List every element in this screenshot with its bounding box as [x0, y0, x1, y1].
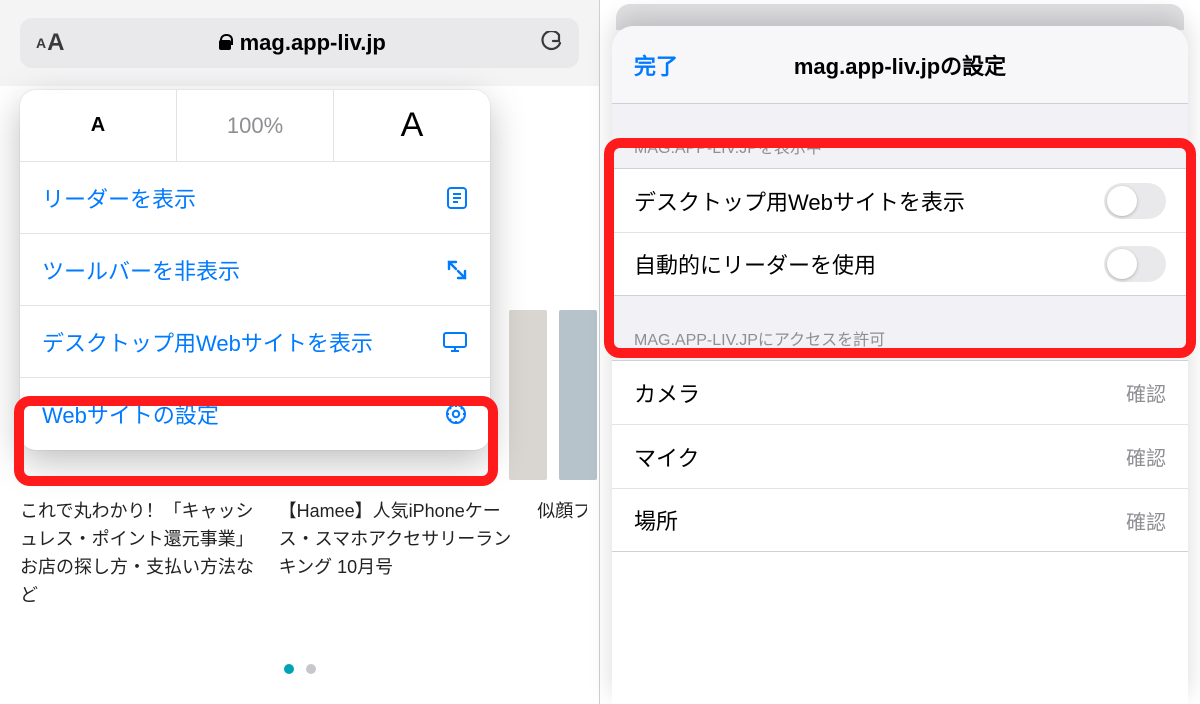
menu-label: リーダーを表示 [42, 182, 196, 214]
row-microphone[interactable]: マイク 確認 [612, 424, 1188, 488]
pager-dot[interactable] [306, 664, 316, 674]
card-caption[interactable]: 【Hamee】人気iPhoneケース・スマホアクセサリーランキング 10月号 [279, 498, 518, 610]
zoom-out-button[interactable]: A [20, 90, 176, 161]
row-value: 確認 [1126, 506, 1166, 535]
pager-dot[interactable] [284, 664, 294, 674]
text-size-button[interactable]: AA [36, 29, 64, 57]
menu-hide-toolbar[interactable]: ツールバーを非表示 [20, 234, 490, 306]
row-value: 確認 [1126, 378, 1166, 407]
row-camera[interactable]: カメラ 確認 [612, 360, 1188, 424]
card-caption[interactable]: 似顔プリで簡最 [537, 498, 587, 610]
address-domain[interactable]: mag.app-liv.jp [64, 30, 539, 56]
article-cards: これで丸わかり！「キャッシュレス・ポイント還元事業」 お店の探し方・支払い方法な… [20, 498, 587, 610]
page-indicator [0, 664, 599, 674]
address-bar[interactable]: AA mag.app-liv.jp [20, 18, 579, 68]
expand-icon [446, 259, 468, 281]
row-location[interactable]: 場所 確認 [612, 488, 1188, 552]
zoom-in-button[interactable]: A [333, 90, 490, 161]
domain-text: mag.app-liv.jp [240, 30, 386, 56]
menu-label: デスクトップ用Webサイトを表示 [42, 326, 373, 358]
menu-label: Webサイトの設定 [42, 398, 219, 430]
lock-icon [218, 34, 232, 52]
row-auto-reader[interactable]: 自動的にリーダーを使用 [612, 232, 1188, 296]
website-settings-sheet: 完了 mag.app-liv.jpの設定 MAG.APP-LIV.JPを表示中 … [612, 26, 1188, 704]
toggle-switch[interactable] [1104, 183, 1166, 219]
zoom-row: A 100% A [20, 90, 490, 162]
sheet-title: mag.app-liv.jpの設定 [794, 49, 1006, 81]
reload-icon[interactable] [539, 31, 563, 55]
row-label: 自動的にリーダーを使用 [634, 248, 876, 280]
menu-show-reader[interactable]: リーダーを表示 [20, 162, 490, 234]
card-thumbnails [509, 310, 599, 480]
desktop-icon [442, 331, 468, 353]
sheet-header: 完了 mag.app-liv.jpの設定 [612, 26, 1188, 104]
row-label: 場所 [634, 504, 678, 536]
row-label: カメラ [634, 377, 700, 409]
gear-icon [444, 402, 468, 426]
row-value: 確認 [1126, 442, 1166, 471]
card-caption[interactable]: これで丸わかり！「キャッシュレス・ポイント還元事業」 お店の探し方・支払い方法な… [20, 498, 259, 610]
text-size-popover: A 100% A リーダーを表示 ツールバーを非表示 [20, 90, 490, 450]
menu-label: ツールバーを非表示 [42, 254, 240, 286]
done-button[interactable]: 完了 [634, 49, 678, 81]
toggle-switch[interactable] [1104, 246, 1166, 282]
menu-website-settings[interactable]: Webサイトの設定 [20, 378, 490, 450]
section-header: MAG.APP-LIV.JPにアクセスを許可 [612, 296, 1188, 360]
section-header: MAG.APP-LIV.JPを表示中 [612, 104, 1188, 168]
zoom-level[interactable]: 100% [176, 90, 333, 161]
reader-icon [446, 186, 468, 210]
row-request-desktop[interactable]: デスクトップ用Webサイトを表示 [612, 168, 1188, 232]
row-label: マイク [634, 441, 700, 473]
row-label: デスクトップ用Webサイトを表示 [634, 185, 965, 217]
menu-request-desktop[interactable]: デスクトップ用Webサイトを表示 [20, 306, 490, 378]
